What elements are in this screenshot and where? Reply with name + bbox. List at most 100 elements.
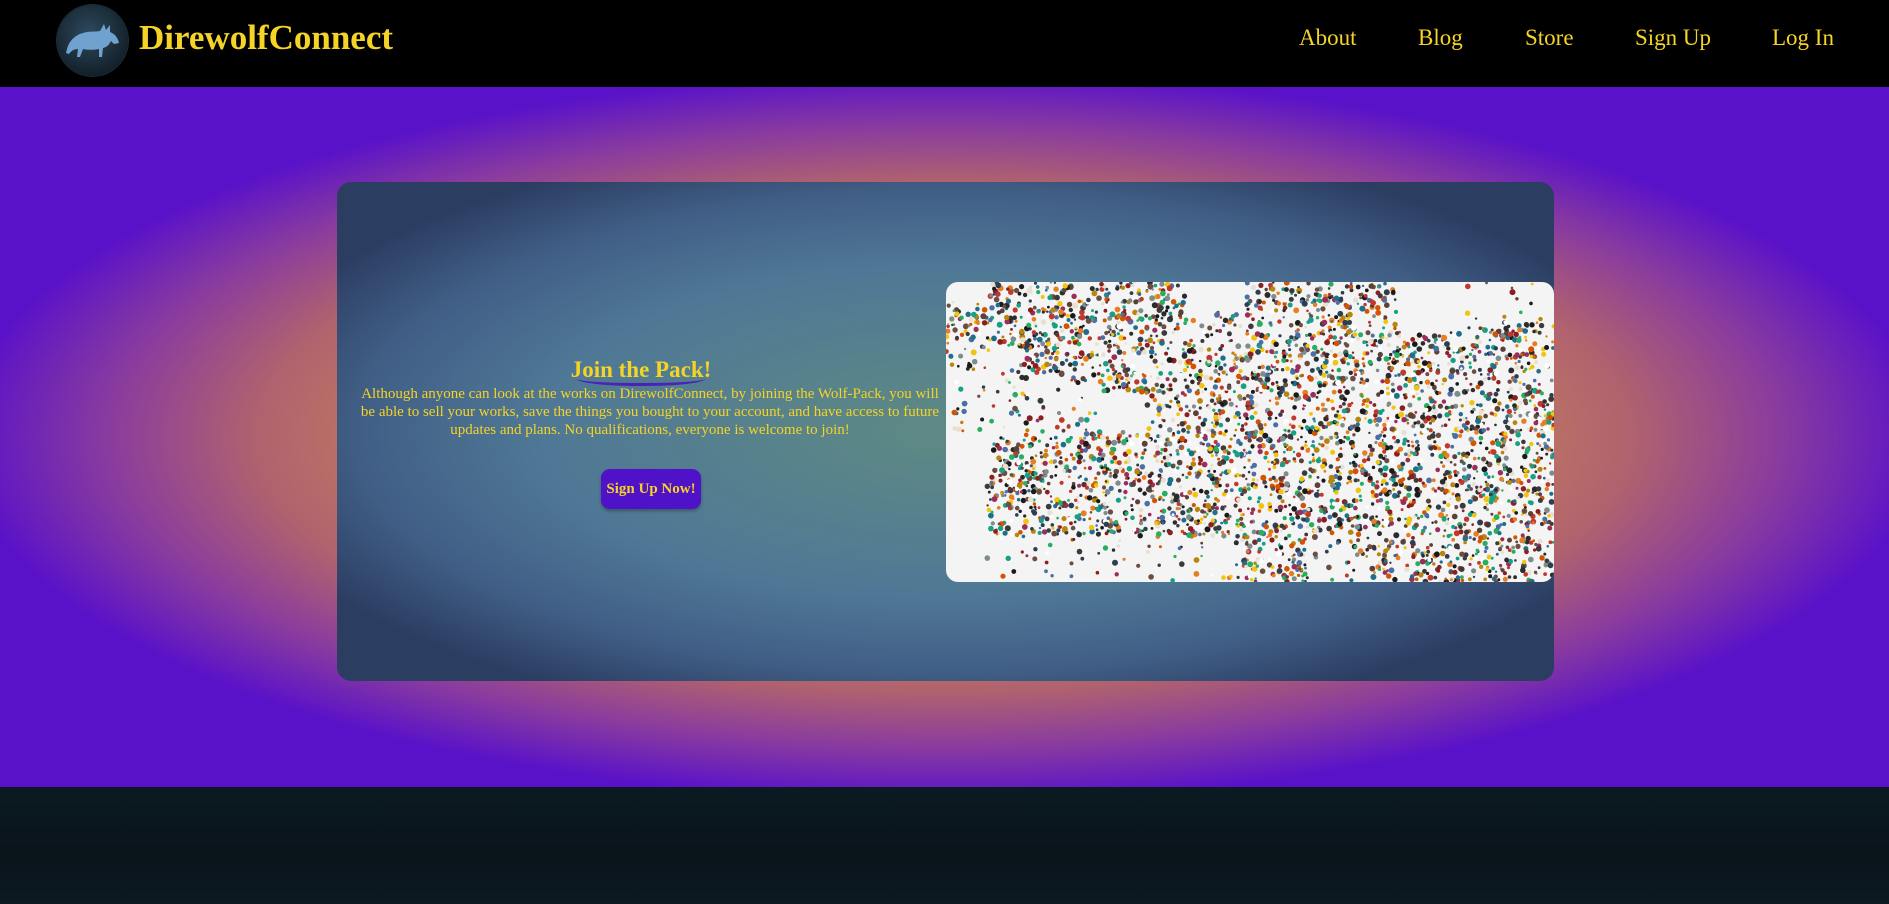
crowd-person — [1530, 282, 1534, 286]
crowd-person — [1451, 537, 1456, 542]
crowd-person — [1166, 462, 1172, 467]
crowd-person — [1139, 464, 1146, 470]
crowd-person — [1044, 448, 1048, 453]
crowd-person — [1200, 421, 1206, 427]
crowd-person — [1111, 548, 1116, 552]
crowd-person — [1070, 525, 1076, 531]
crowd-person — [1033, 471, 1038, 476]
crowd-person — [1421, 427, 1428, 434]
crowd-person — [1106, 343, 1112, 349]
crowd-person — [1150, 386, 1156, 392]
crowd-person — [955, 335, 959, 340]
crowd-person — [1215, 432, 1219, 436]
crowd-person — [1225, 494, 1231, 500]
crowd-person — [1035, 358, 1040, 363]
crowd-person — [976, 302, 980, 306]
crowd-person — [1246, 487, 1251, 491]
crowd-person — [1512, 517, 1517, 522]
crowd-person — [1375, 305, 1381, 311]
crowd-person — [1413, 433, 1417, 437]
crowd-person — [1331, 406, 1335, 411]
nav-blog[interactable]: Blog — [1418, 25, 1463, 51]
crowd-person — [1295, 377, 1299, 380]
crowd-person — [1214, 480, 1220, 485]
crowd-person — [1444, 443, 1451, 449]
crowd-person — [1326, 525, 1332, 532]
crowd-person — [1384, 419, 1388, 423]
crowd-person — [1012, 385, 1016, 389]
crowd-person — [1254, 483, 1258, 487]
crowd-person — [1529, 301, 1533, 306]
crowd-person — [1152, 498, 1158, 504]
crowd-person — [1486, 537, 1490, 540]
crowd-person — [1461, 423, 1467, 428]
crowd-person — [1071, 406, 1076, 411]
nav-sign-up[interactable]: Sign Up — [1635, 25, 1711, 51]
nav-log-in[interactable]: Log In — [1772, 25, 1834, 51]
crowd-person — [1449, 497, 1452, 501]
crowd-person — [1398, 348, 1402, 351]
crowd-person — [1353, 505, 1358, 511]
crowd-person — [1441, 334, 1448, 341]
crowd-person — [1284, 460, 1289, 465]
crowd-person — [1384, 538, 1389, 543]
crowd-person — [1474, 430, 1479, 435]
crowd-person — [1325, 414, 1329, 418]
crowd-person — [1537, 566, 1541, 570]
crowd-person — [1128, 434, 1132, 438]
crowd-person — [1507, 352, 1513, 358]
crowd-person — [1254, 331, 1261, 337]
nav-about[interactable]: About — [1299, 25, 1357, 51]
crowd-person — [1431, 521, 1434, 524]
crowd-person — [1308, 522, 1315, 528]
crowd-person — [1419, 558, 1426, 565]
crowd-person — [1142, 349, 1147, 355]
crowd-person — [1027, 313, 1031, 317]
crowd-person — [1183, 321, 1187, 325]
crowd-person — [1127, 298, 1133, 303]
crowd-person — [1310, 351, 1317, 357]
crowd-person — [1345, 436, 1351, 441]
crowd-person — [1244, 312, 1251, 318]
crowd-person — [1409, 500, 1413, 504]
crowd-person — [1537, 475, 1542, 480]
nav-store[interactable]: Store — [1525, 25, 1574, 51]
brand-name[interactable]: DirewolfConnect — [139, 18, 393, 58]
crowd-person — [1389, 520, 1394, 526]
crowd-person — [1068, 362, 1073, 367]
crowd-person — [1465, 283, 1471, 290]
crowd-person — [1079, 314, 1086, 321]
wolf-logo-icon[interactable] — [57, 5, 128, 76]
crowd-person — [1066, 318, 1071, 322]
crowd-person — [1130, 481, 1136, 487]
crowd-person — [1336, 541, 1340, 545]
crowd-person — [1186, 509, 1190, 512]
crowd-person — [1233, 323, 1237, 327]
crowd-person — [1160, 362, 1164, 366]
crowd-person — [1214, 365, 1218, 368]
crowd-person — [1124, 477, 1128, 480]
crowd-person — [1476, 403, 1479, 407]
crowd-person — [1087, 336, 1092, 341]
crowd-person — [1178, 407, 1184, 412]
crowd-person — [1387, 333, 1392, 338]
crowd-person — [1181, 293, 1188, 299]
crowd-person — [1114, 379, 1119, 384]
crowd-person — [1149, 393, 1155, 399]
crowd-person — [1053, 435, 1058, 440]
crowd-person — [1238, 324, 1243, 329]
sign-up-now-button[interactable]: Sign Up Now! — [601, 469, 701, 509]
crowd-person — [1123, 489, 1128, 495]
crowd-person — [1152, 341, 1156, 345]
crowd-person — [1267, 501, 1272, 507]
crowd-person — [1400, 508, 1404, 512]
crowd-person — [1415, 439, 1420, 444]
crowd-person — [1505, 357, 1509, 361]
crowd-person — [1429, 543, 1433, 547]
crowd-person — [1413, 515, 1416, 518]
crowd-person — [1487, 475, 1491, 479]
crowd-person — [1347, 529, 1354, 535]
crowd-person — [1381, 518, 1384, 522]
crowd-person — [1262, 432, 1269, 439]
crowd-person — [1361, 458, 1367, 464]
